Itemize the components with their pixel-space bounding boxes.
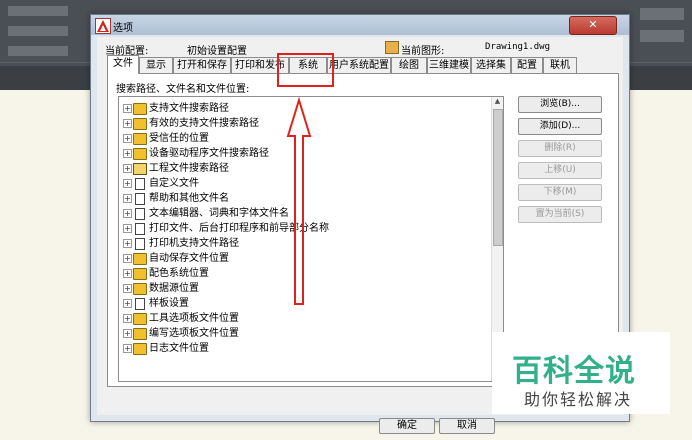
document-icon — [135, 193, 145, 205]
tree-item-label: 设备驱动程序文件搜索路径 — [149, 148, 269, 159]
tree-item-label: 样板设置 — [149, 298, 189, 309]
tree-item-label: 受信任的位置 — [149, 133, 209, 144]
tree-item-label: 自定义文件 — [149, 178, 199, 189]
browse-button[interactable]: 浏览(B)... — [518, 96, 602, 113]
expand-icon[interactable]: + — [123, 134, 132, 143]
dialog-title: 选项 — [113, 23, 133, 34]
tab-open-save[interactable]: 打开和保存 — [173, 57, 231, 73]
folder-icon — [133, 148, 147, 160]
document-icon — [135, 238, 145, 250]
expand-icon[interactable]: + — [123, 104, 132, 113]
expand-icon[interactable]: + — [123, 269, 132, 278]
folder-icon — [133, 268, 147, 280]
tab-profiles[interactable]: 配置 — [511, 57, 543, 73]
tree-item-label: 文本编辑器、词典和字体文件名 — [149, 208, 289, 219]
tab-selection[interactable]: 选择集 — [471, 57, 511, 73]
expand-icon[interactable]: + — [123, 239, 132, 248]
remove-button[interactable]: 删除(R) — [518, 140, 602, 157]
drawing-icon — [385, 41, 399, 54]
ribbon-tool-group — [640, 30, 684, 42]
document-icon — [135, 208, 145, 220]
annotation-arrow-icon — [286, 96, 312, 305]
folder-icon — [133, 103, 147, 115]
current-drawing-value: Drawing1.dwg — [485, 42, 551, 52]
expand-icon[interactable]: + — [123, 314, 132, 323]
ribbon-tool-group — [8, 6, 68, 16]
tab-drafting[interactable]: 绘图 — [391, 57, 427, 73]
tree-item-label: 日志文件位置 — [149, 343, 209, 354]
expand-icon[interactable]: + — [123, 164, 132, 173]
tree-item-label: 工具选项板文件位置 — [149, 313, 239, 324]
dialog-titlebar[interactable]: 选项 ✕ — [91, 15, 629, 35]
folder-icon — [133, 283, 147, 295]
folder-icon — [133, 133, 147, 145]
scroll-thumb[interactable] — [493, 109, 503, 246]
folder-icon — [133, 118, 147, 130]
tree-item-label: 帮助和其他文件名 — [149, 193, 229, 204]
tree-item-label: 编写选项板文件位置 — [149, 328, 239, 339]
document-icon — [135, 298, 145, 310]
expand-icon[interactable]: + — [123, 329, 132, 338]
tab-display[interactable]: 显示 — [139, 57, 173, 73]
expand-icon[interactable]: + — [123, 209, 132, 218]
expand-icon[interactable]: + — [123, 254, 132, 263]
current-drawing-label: 当前图形: — [401, 46, 445, 57]
ribbon-tool-group — [640, 8, 684, 20]
move-up-button[interactable]: 上移(U) — [518, 162, 602, 179]
annotation-highlight-box — [277, 53, 334, 87]
expand-icon[interactable]: + — [123, 224, 132, 233]
set-current-button[interactable]: 置为当前(S) — [518, 206, 602, 223]
tab-user-preferences[interactable]: 用户系统配置 — [327, 57, 391, 73]
tree-item-label: 自动保存文件位置 — [149, 253, 229, 264]
tree-item-label: 支持文件搜索路径 — [149, 103, 229, 114]
tab-3d-modeling[interactable]: 三维建模 — [427, 57, 471, 73]
tab-files[interactable]: 文件 — [107, 55, 139, 74]
tree-item-label: 有效的支持文件搜索路径 — [149, 118, 259, 129]
autocad-logo-icon — [95, 18, 111, 34]
scroll-up-icon[interactable]: ▲ — [493, 97, 502, 107]
ribbon-tool-group — [8, 26, 68, 36]
expand-icon[interactable]: + — [123, 119, 132, 128]
expand-icon[interactable]: + — [123, 149, 132, 158]
tab-online[interactable]: 联机 — [543, 57, 577, 73]
move-down-button[interactable]: 下移(M) — [518, 184, 602, 201]
tree-item-label: 打印机支持文件路径 — [149, 238, 239, 249]
folder-icon — [133, 253, 147, 265]
tree-item-label: 数据源位置 — [149, 283, 199, 294]
tree-item-label: 工程文件搜索路径 — [149, 163, 229, 174]
document-icon — [135, 178, 145, 190]
folder-icon — [133, 343, 147, 355]
document-icon — [135, 223, 145, 235]
watermark-title: 百科全说 — [512, 354, 636, 389]
expand-icon[interactable]: + — [123, 284, 132, 293]
folder-icon — [133, 328, 147, 340]
ribbon-tool-group — [8, 46, 68, 56]
ok-button[interactable]: 确定 — [379, 418, 435, 434]
add-button[interactable]: 添加(D)... — [518, 118, 602, 135]
expand-icon[interactable]: + — [123, 179, 132, 188]
folder-icon — [133, 313, 147, 325]
watermark-subtitle: 助你轻松解决 — [524, 390, 633, 409]
expand-icon[interactable]: + — [123, 344, 132, 353]
expand-icon[interactable]: + — [123, 299, 132, 308]
current-config-value: 初始设置配置 — [187, 46, 247, 57]
project-icon — [133, 163, 147, 175]
watermark: 百科全说 助你轻松解决 — [492, 332, 670, 414]
tree-item-label: 配色系统位置 — [149, 268, 209, 279]
cancel-button[interactable]: 取消 — [439, 418, 495, 434]
expand-icon[interactable]: + — [123, 194, 132, 203]
search-paths-label: 搜索路径、文件名和文件位置: — [116, 84, 250, 95]
close-button[interactable]: ✕ — [569, 16, 617, 35]
